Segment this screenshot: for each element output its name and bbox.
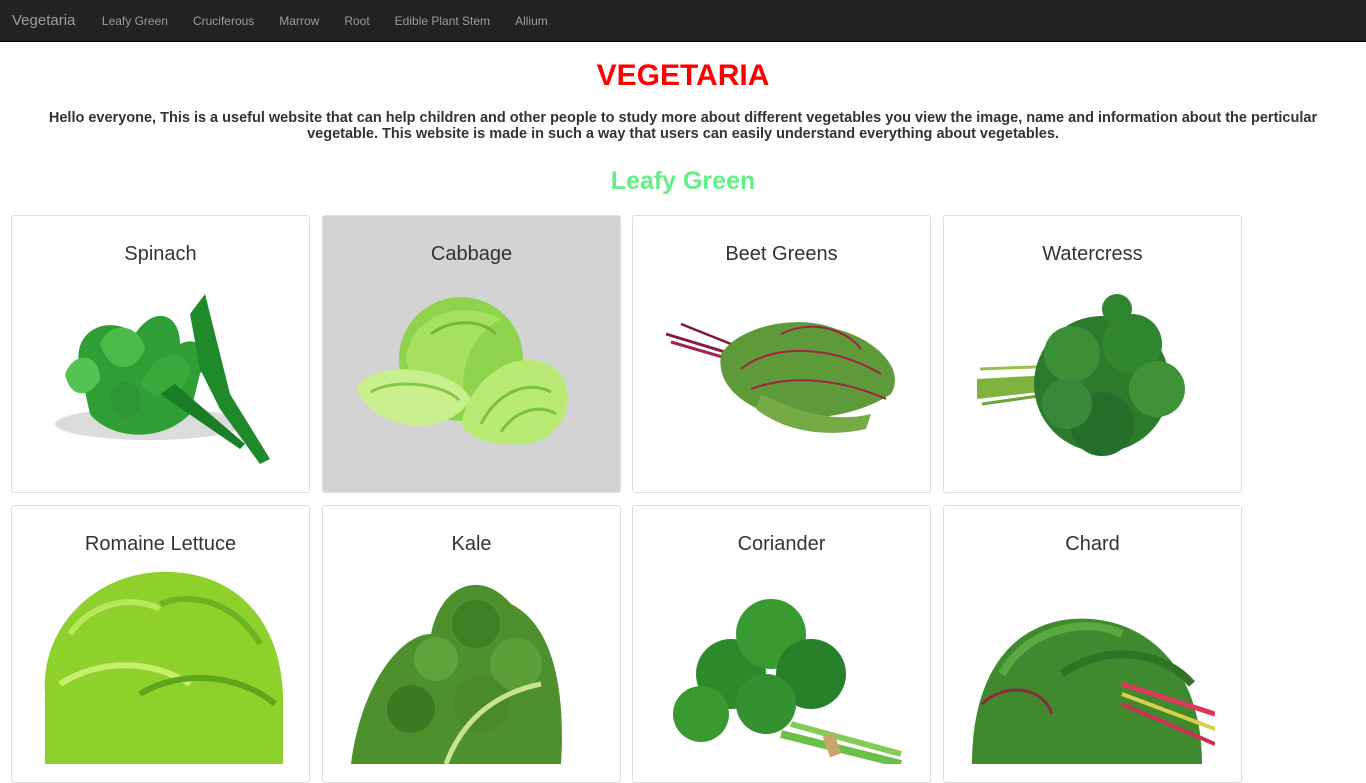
vegetable-card-chard[interactable]: Chard: [943, 505, 1242, 783]
card-title: Beet Greens: [725, 243, 838, 265]
vegetable-card-watercress[interactable]: Watercress: [943, 215, 1242, 493]
vegetable-card-spinach[interactable]: Spinach: [11, 215, 310, 493]
nav-item-leafy-green[interactable]: Leafy Green: [89, 0, 180, 42]
vegetable-card-beet-greens[interactable]: Beet Greens: [632, 215, 931, 493]
page-title: VEGETARIA: [596, 59, 770, 92]
top-navbar: Vegetaria Leafy Green Cruciferous Marrow…: [0, 0, 1366, 42]
nav-item-root[interactable]: Root: [332, 0, 382, 42]
card-title: Cabbage: [430, 243, 513, 265]
card-title: Kale: [451, 533, 492, 555]
card-title: Chard: [1065, 533, 1120, 555]
vegetable-card-coriander[interactable]: Coriander: [632, 505, 931, 783]
cabbage-image: [351, 274, 594, 474]
nav-item-allium[interactable]: Allium: [503, 0, 561, 42]
card-title: Spinach: [124, 243, 197, 265]
kale-image: [351, 564, 594, 764]
section-title: Leafy Green: [610, 167, 756, 195]
spinach-image: [40, 274, 283, 474]
beet-greens-image: [661, 274, 904, 474]
romaine-lettuce-image: [40, 564, 283, 764]
nav-item-edible-plant-stem[interactable]: Edible Plant Stem: [382, 0, 502, 42]
chard-image: [972, 564, 1215, 764]
coriander-image: [661, 564, 904, 764]
nav-item-cruciferous[interactable]: Cruciferous: [180, 0, 266, 42]
nav-item-marrow[interactable]: Marrow: [267, 0, 332, 42]
card-title: Watercress: [1042, 243, 1143, 265]
intro-text: Hello everyone, This is a useful website…: [48, 110, 1318, 142]
vegetable-card-romaine-lettuce[interactable]: Romaine Lettuce: [11, 505, 310, 783]
card-title: Romaine Lettuce: [84, 533, 237, 555]
vegetable-card-kale[interactable]: Kale: [322, 505, 621, 783]
card-title: Coriander: [737, 533, 826, 555]
watercress-image: [972, 274, 1215, 474]
vegetable-card-cabbage[interactable]: Cabbage: [322, 215, 621, 493]
brand-link[interactable]: Vegetaria: [12, 0, 75, 42]
